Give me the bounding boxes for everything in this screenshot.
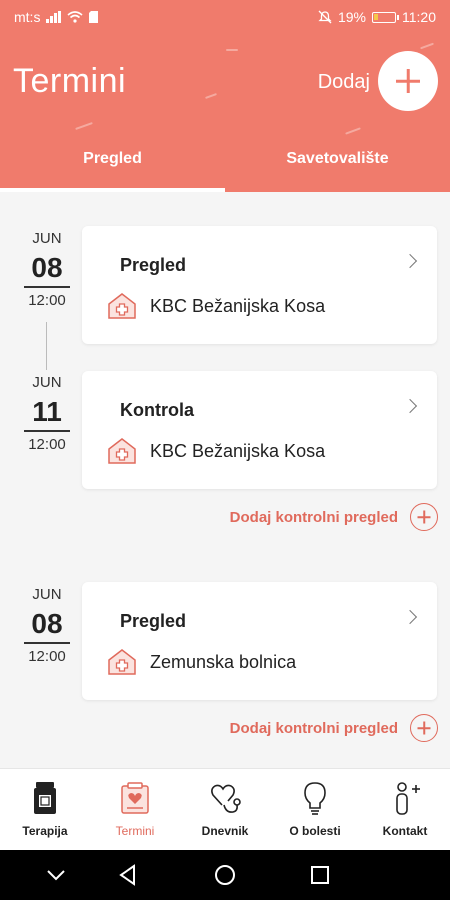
date-month: JUN <box>32 230 62 247</box>
appointment-type: Pregled <box>120 611 187 631</box>
date-month: JUN <box>32 586 62 603</box>
add-followup-label: Dodaj kontrolni pregled <box>229 719 398 737</box>
header-decoration <box>205 93 217 99</box>
appointment-location: KBC Bežanijska Kosa <box>150 441 326 461</box>
header-decoration <box>226 49 238 51</box>
appointment-card[interactable]: Pregled Zemunska bolnica <box>82 582 437 700</box>
header-decoration <box>345 127 361 135</box>
status-bar: mt:s 19% 11:20 <box>0 0 450 32</box>
recents-button[interactable] <box>290 850 350 900</box>
appointment-date: JUN 11 12:00 <box>24 374 70 453</box>
nav-item-termini[interactable]: Termini <box>90 769 180 851</box>
nav-label: Terapija <box>22 824 68 838</box>
carrier-label: mt:s <box>14 9 41 25</box>
sim-icon <box>89 11 99 23</box>
appointment-location: Zemunska bolnica <box>150 652 297 672</box>
system-navigation-bar <box>0 850 450 900</box>
back-triangle-icon <box>119 864 135 886</box>
status-time: 11:20 <box>402 9 436 25</box>
nav-item-kontakt[interactable]: Kontakt <box>360 769 450 851</box>
hospital-icon <box>108 438 136 464</box>
nav-label: Kontakt <box>382 824 428 838</box>
nav-item-dnevnik[interactable]: Dnevnik <box>180 769 270 851</box>
header-decoration <box>420 42 434 50</box>
date-day: 08 <box>31 608 63 639</box>
appointment-type: Pregled <box>120 255 187 275</box>
chevron-right-icon <box>402 398 418 414</box>
calendar-heart-icon <box>121 782 149 814</box>
add-contact-icon <box>396 782 420 815</box>
appointment-date: JUN 08 12:00 <box>24 230 70 309</box>
date-divider <box>24 286 70 288</box>
add-appointment-button[interactable] <box>378 51 438 111</box>
appointment-type: Kontrola <box>120 400 194 420</box>
nav-label: O bolesti <box>289 824 341 838</box>
add-label[interactable]: Dodaj <box>318 71 370 94</box>
chevron-down-icon <box>47 870 65 881</box>
appointment-date: JUN 08 12:00 <box>24 586 70 665</box>
signal-icon <box>46 11 62 23</box>
tab-savetovaliste[interactable]: Savetovalište <box>225 150 450 168</box>
chevron-right-icon <box>402 253 418 269</box>
back-button[interactable] <box>98 850 158 900</box>
home-button[interactable] <box>195 850 255 900</box>
medicine-jar-icon <box>34 782 56 814</box>
appointment-card[interactable]: Kontrola KBC Bežanijska Kosa <box>82 371 437 489</box>
wifi-icon <box>67 11 83 23</box>
date-time: 12:00 <box>28 435 66 453</box>
date-divider <box>24 642 70 644</box>
nav-label: Dnevnik <box>201 824 249 838</box>
add-followup-label: Dodaj kontrolni pregled <box>229 508 398 526</box>
nav-item-terapija[interactable]: Terapija <box>0 769 90 851</box>
nav-item-o-bolesti[interactable]: O bolesti <box>270 769 360 851</box>
date-time: 12:00 <box>28 647 66 665</box>
add-followup-button[interactable]: Dodaj kontrolni pregled <box>230 503 438 531</box>
battery-icon <box>372 11 399 23</box>
recents-square-icon <box>311 866 329 884</box>
date-day: 08 <box>31 252 63 283</box>
battery-percent: 19% <box>337 9 366 25</box>
active-tab-indicator <box>0 188 225 192</box>
date-time: 12:00 <box>28 291 66 309</box>
nav-label: Termini <box>115 824 155 838</box>
chevron-right-icon <box>402 609 418 625</box>
date-month: JUN <box>32 374 62 391</box>
heart-stethoscope-icon <box>211 784 241 813</box>
add-circle-icon <box>410 503 438 531</box>
hospital-icon <box>108 649 136 675</box>
appointment-location: KBC Bežanijska Kosa <box>150 296 326 316</box>
mute-icon <box>318 10 332 24</box>
header-decoration <box>75 121 93 131</box>
date-day: 11 <box>32 396 62 427</box>
header: mt:s 19% 11:20 Termini Dodaj Pregled Sav… <box>0 0 450 192</box>
lightbulb-icon <box>304 782 326 815</box>
date-divider <box>24 430 70 432</box>
appointment-card[interactable]: Pregled KBC Bežanijska Kosa <box>82 226 437 344</box>
tab-pregled[interactable]: Pregled <box>0 150 225 168</box>
home-circle-icon <box>215 865 235 885</box>
add-circle-icon <box>410 714 438 742</box>
page-title: Termini <box>13 62 127 100</box>
bottom-navigation: Terapija Termini Dnevnik O bolesti Konta… <box>0 768 450 850</box>
add-followup-button[interactable]: Dodaj kontrolni pregled <box>230 714 438 742</box>
collapse-button[interactable] <box>26 850 86 900</box>
timeline-connector <box>46 322 47 370</box>
hospital-icon <box>108 293 136 319</box>
